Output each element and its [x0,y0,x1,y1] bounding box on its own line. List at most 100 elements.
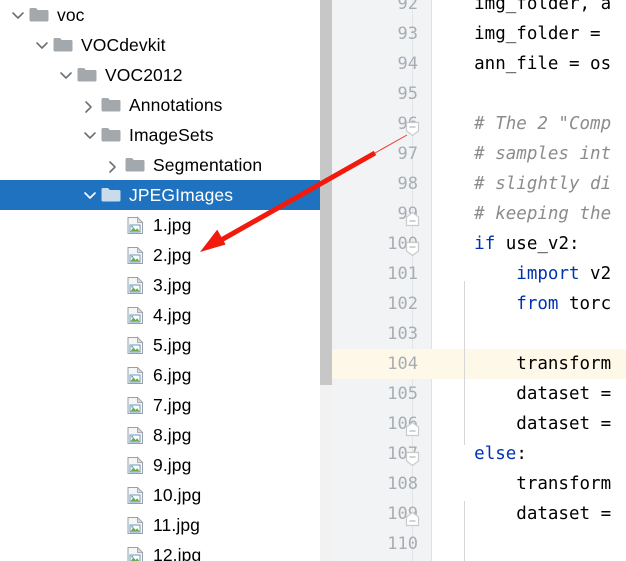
code-line-97[interactable]: 97 # samples int [332,139,626,169]
tree-item-imagesets[interactable]: ImageSets [0,120,332,150]
code-token-plain: transform [432,474,612,494]
tree-item-voc2012[interactable]: VOC2012 [0,60,332,90]
tree-item-1-jpg[interactable]: 1.jpg [0,210,332,240]
fold-region-end-icon [405,241,420,257]
code-line-106[interactable]: 106 dataset = [332,409,626,439]
folder-icon [100,180,124,210]
tree-item-10-jpg[interactable]: 10.jpg [0,480,332,510]
image-file-icon [127,336,144,354]
code-line-105[interactable]: 105 dataset = [332,379,626,409]
image-file-icon [124,510,148,540]
code-line-107[interactable]: 107 else: [332,439,626,469]
indent-guide [464,501,465,561]
code-line-108[interactable]: 108 transform [332,469,626,499]
code-line-102[interactable]: 102 from torc [332,289,626,319]
code-line-92[interactable]: 92 img_folder, a [332,0,626,19]
chevron-down-icon[interactable] [8,0,28,30]
code-line-99[interactable]: 99 # keeping the [332,199,626,229]
chevron-right-icon[interactable] [80,90,100,120]
chevron-right-icon[interactable] [104,150,124,180]
code-line-103[interactable]: 103 [332,319,626,349]
code-text: # The 2 "Comp [432,109,611,139]
tree-item-label: 4.jpg [153,304,192,325]
fold-region-start-icon [405,511,420,527]
image-file-icon [127,216,144,234]
line-number: 104 [332,349,418,379]
tree-item-7-jpg[interactable]: 7.jpg [0,390,332,420]
tree-item-segmentation[interactable]: Segmentation [0,150,332,180]
code-fold-marker[interactable] [405,237,420,257]
tree-item-jpegimages[interactable]: JPEGImages [0,180,332,210]
code-fold-marker[interactable] [405,207,420,227]
code-token-plain: img_folder = [432,24,612,44]
tree-item-4-jpg[interactable]: 4.jpg [0,300,332,330]
chevron-down-icon[interactable] [56,60,76,90]
code-token-comment: # samples int [432,144,612,164]
indent-guide [464,353,465,445]
code-text: img_folder = [432,19,611,49]
image-file-icon [127,516,144,534]
tree-item-vocdevkit[interactable]: VOCdevkit [0,30,332,60]
code-line-95[interactable]: 95 [332,79,626,109]
folder-icon [100,90,124,120]
tree-item-label: 6.jpg [153,364,192,385]
code-line-104[interactable]: 104 transform [332,349,626,379]
line-number: 95 [397,84,418,104]
line-number: 93 [397,24,418,44]
code-editor-panel[interactable]: 92 img_folder, a 93 img_folder = 94 ann_f… [332,0,626,561]
code-line-98[interactable]: 98 # slightly di [332,169,626,199]
code-line-94[interactable]: 94 ann_file = os [332,49,626,79]
tree-item-6-jpg[interactable]: 6.jpg [0,360,332,390]
code-line-100[interactable]: 100 if use_v2: [332,229,626,259]
code-line-96[interactable]: 96 # The 2 "Comp [332,109,626,139]
code-text: import v2 [432,259,611,289]
code-text: # keeping the [432,199,611,229]
tree-item-5-jpg[interactable]: 5.jpg [0,330,332,360]
code-line-93[interactable]: 93 img_folder = [332,19,626,49]
code-token-keyword: import [516,264,580,284]
tree-item-3-jpg[interactable]: 3.jpg [0,270,332,300]
tree-item-12-jpg[interactable]: 12.jpg [0,540,332,561]
tree-item-2-jpg[interactable]: 2.jpg [0,240,332,270]
tree-item-11-jpg[interactable]: 11.jpg [0,510,332,540]
line-number: 103 [387,324,418,344]
chevron-down-icon[interactable] [32,30,52,60]
code-line-110[interactable]: 110 [332,529,626,559]
tree-item-label: 11.jpg [153,514,200,535]
code-line-109[interactable]: 109 dataset = [332,499,626,529]
tree-item-annotations[interactable]: Annotations [0,90,332,120]
code-token-comment: # The 2 "Comp [432,114,612,134]
chevron-down-icon[interactable] [80,180,100,210]
code-token-plain: torc [558,294,612,314]
tree-item-8-jpg[interactable]: 8.jpg [0,420,332,450]
tree-item-label: voc [57,4,85,25]
code-fold-marker[interactable] [405,507,420,527]
code-text: transform [432,469,611,499]
chevron-down-icon[interactable] [80,120,100,150]
image-file-icon [124,540,148,561]
tree-item-voc[interactable]: voc [0,0,332,30]
tree-item-9-jpg[interactable]: 9.jpg [0,450,332,480]
project-tree-panel: voc VOCdevkit VOC2012 Annotations ImageSets S… [0,0,332,561]
image-file-icon [124,270,148,300]
image-file-icon [127,306,144,324]
tree-item-label: 1.jpg [153,214,192,235]
project-tree-list: voc VOCdevkit VOC2012 Annotations ImageSets S… [0,0,332,561]
tree-scrollbar-track[interactable] [320,0,332,561]
code-line-101[interactable]: 101 import v2 [332,259,626,289]
code-fold-marker[interactable] [405,447,420,467]
line-number: 105 [387,384,418,404]
code-fold-marker[interactable] [405,117,420,137]
image-file-icon [124,360,148,390]
folder-icon [101,188,121,202]
line-number: 108 [387,474,418,494]
tree-scrollbar-thumb[interactable] [320,0,332,385]
code-fold-marker[interactable] [405,417,420,437]
image-file-icon [124,210,148,240]
code-token-keyword: else [474,444,517,464]
code-token-comment: # keeping the [432,204,612,224]
line-number: 101 [387,264,418,284]
